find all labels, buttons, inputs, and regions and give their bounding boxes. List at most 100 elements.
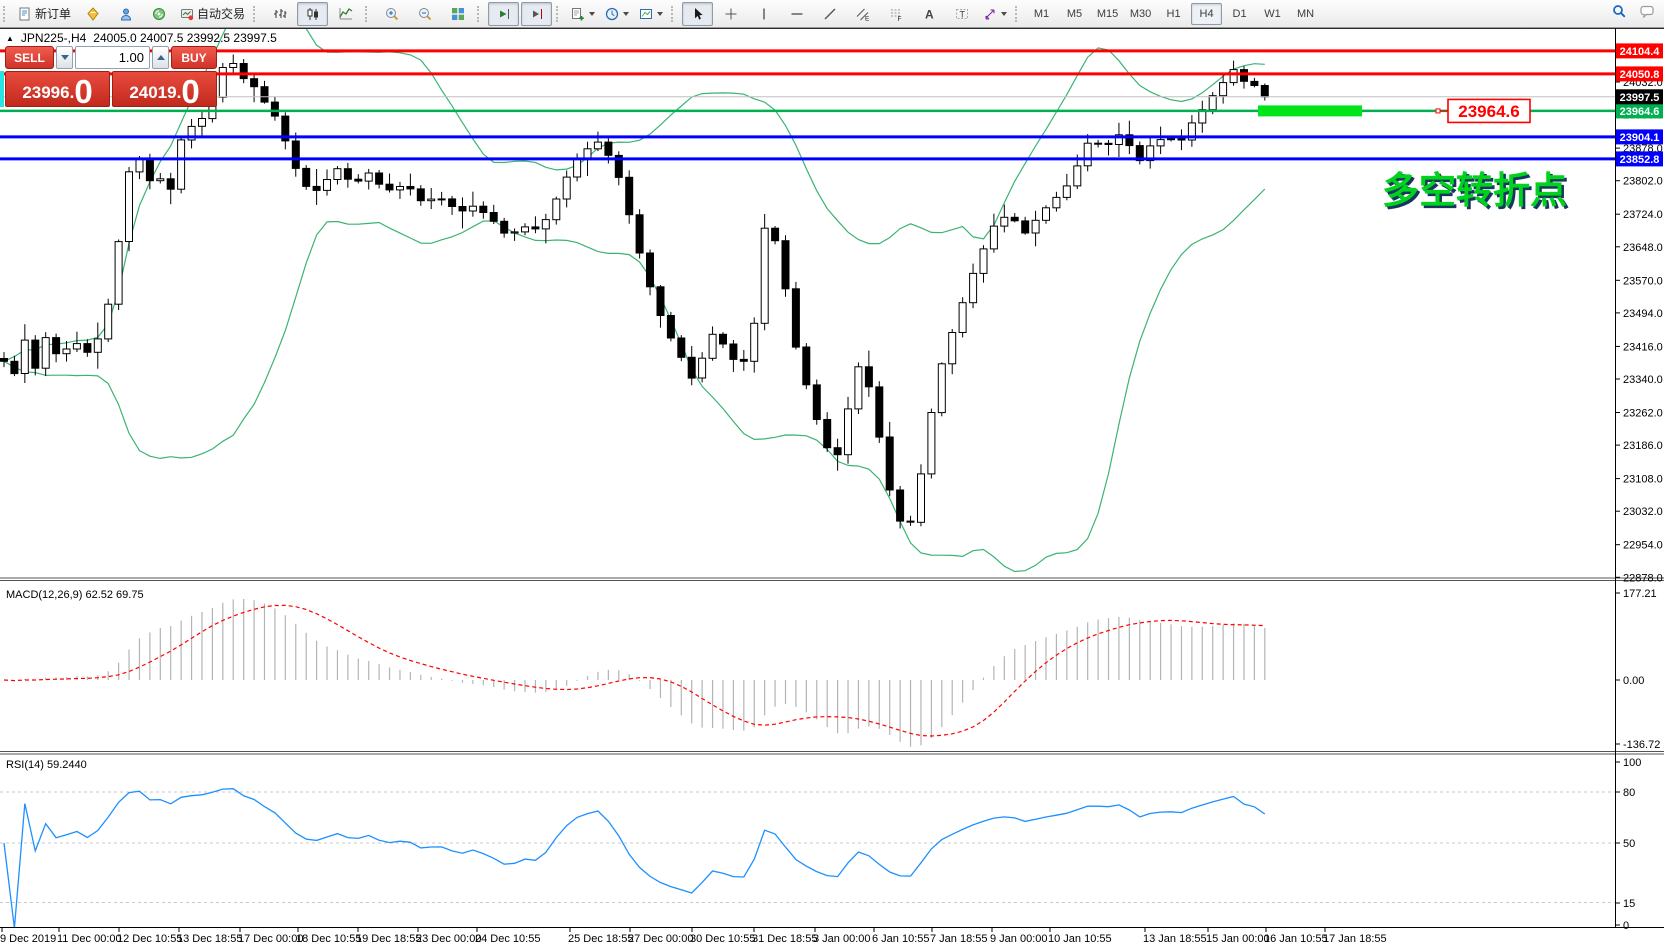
new-order-button[interactable]: 新订单 <box>14 2 75 26</box>
callout-anchor-handle <box>1436 109 1440 113</box>
autotrading-button[interactable]: 自动交易 <box>176 2 249 26</box>
arrows-button[interactable] <box>979 2 1011 26</box>
toolbar-grip <box>671 6 677 22</box>
buy-button[interactable]: BUY <box>171 46 217 69</box>
rsi-axis-label: 15 <box>1623 898 1635 910</box>
price-tick-label: 23570.0 <box>1623 275 1663 287</box>
volume-increase-button[interactable] <box>152 46 169 69</box>
svg-text:23904.1: 23904.1 <box>1620 132 1660 144</box>
time-tick-label: 25 Dec 18:55 <box>568 933 633 945</box>
navigator-icon <box>119 7 133 21</box>
tile-windows-button[interactable] <box>442 2 473 26</box>
new-chart-button[interactable] <box>567 2 599 26</box>
new-order-button-label: 新订单 <box>35 5 71 22</box>
timeframe-mn-button[interactable]: MN <box>1290 3 1321 25</box>
arrows-icon <box>983 7 997 21</box>
signals-button[interactable] <box>143 2 174 26</box>
bid-price-box[interactable]: 23996.0 <box>5 71 110 107</box>
chevron-down-icon <box>657 12 663 16</box>
time-tick-label: 13 Jan 18:55 <box>1143 933 1207 945</box>
timeframe-h1-button[interactable]: H1 <box>1158 3 1189 25</box>
timeframe-d1-button[interactable]: D1 <box>1224 3 1255 25</box>
candlestick-button[interactable] <box>297 2 328 26</box>
fibonacci-button[interactable]: F <box>880 2 911 26</box>
timeframe-m5-button[interactable]: M5 <box>1059 3 1090 25</box>
template-icon <box>639 7 653 21</box>
periods-button[interactable] <box>601 2 633 26</box>
time-tick-label: 31 Dec 18:55 <box>752 933 817 945</box>
timeframe-m30-button[interactable]: M30 <box>1125 3 1156 25</box>
text-button[interactable]: A <box>913 2 944 26</box>
volume-decrease-button[interactable] <box>56 46 73 69</box>
channel-icon: E <box>856 7 870 21</box>
text-icon: A <box>922 7 936 21</box>
search-button[interactable] <box>1612 4 1626 23</box>
timeframe-h4-button[interactable]: H4 <box>1191 3 1222 25</box>
horizontal-line-button[interactable] <box>781 2 812 26</box>
chart-shift-button[interactable] <box>521 2 552 26</box>
zoom-out-button[interactable] <box>409 2 440 26</box>
vertical-line-button[interactable] <box>748 2 779 26</box>
panel-collapse-strip[interactable] <box>0 71 4 107</box>
candlestick-icon <box>306 7 320 21</box>
annotation-text[interactable]: 多空转折点 <box>1382 170 1567 211</box>
symbol-timeframe-label: JPN225-,H4 <box>21 31 86 45</box>
trendline-button[interactable] <box>814 2 845 26</box>
ask-price-box[interactable]: 24019.0 <box>112 71 217 107</box>
sell-button[interactable]: SELL <box>5 46 54 69</box>
auto-scroll-button[interactable] <box>488 2 519 26</box>
zoom-in-button[interactable] <box>376 2 407 26</box>
svg-text:F: F <box>897 15 901 20</box>
fibonacci-icon: F <box>889 7 903 21</box>
svg-text:23964.6: 23964.6 <box>1620 106 1660 118</box>
toolbar: 新订单 自动交易 E F A T M1M5M15M30H1H4D1W1MN <box>0 0 1664 28</box>
macd-axis-label: -136.72 <box>1623 739 1660 751</box>
price-badge-23852.8: 23852.8 <box>1616 151 1663 166</box>
svg-text:A: A <box>925 7 934 21</box>
chevron-down-icon <box>61 55 69 60</box>
templates-button[interactable] <box>635 2 667 26</box>
volume-input[interactable] <box>75 46 150 69</box>
time-tick-label: 19 Dec 18:55 <box>356 933 421 945</box>
crosshair-button[interactable] <box>715 2 746 26</box>
rsi-axis-label: 0 <box>1623 920 1629 932</box>
chart-background <box>0 0 1664 949</box>
cursor-button[interactable] <box>682 2 713 26</box>
timeframe-m15-button[interactable]: M15 <box>1092 3 1123 25</box>
chevron-down-icon <box>623 12 629 16</box>
time-tick-label: 11 Dec 00:00 <box>57 933 122 945</box>
market-watch-button[interactable] <box>77 2 108 26</box>
price-tick-label: 23802.0 <box>1623 176 1663 188</box>
navigator-button[interactable] <box>110 2 141 26</box>
new-chart-icon <box>571 7 585 21</box>
cursor-icon <box>691 7 705 21</box>
price-badge-24050.8: 24050.8 <box>1616 66 1663 81</box>
svg-text:T: T <box>959 9 965 19</box>
price-badge-24104.4: 24104.4 <box>1616 43 1663 58</box>
price-callout[interactable]: 23964.6 <box>1436 99 1530 122</box>
toolbar-grip <box>3 6 9 22</box>
rsi-axis-label: 100 <box>1623 757 1641 769</box>
svg-text:23852.8: 23852.8 <box>1620 154 1660 166</box>
crosshair-icon <box>724 7 738 21</box>
time-tick-label: 17 Dec 00:00 <box>238 933 303 945</box>
price-tick-label: 23648.0 <box>1623 242 1663 254</box>
chat-button[interactable] <box>1640 4 1654 23</box>
bid-price-big-digit: 0 <box>74 78 92 105</box>
macd-label: MACD(12,26,9) 62.52 69.75 <box>6 589 144 601</box>
time-tick-label: 9 Jan 00:00 <box>990 933 1048 945</box>
line-chart-button[interactable] <box>330 2 361 26</box>
timeframe-m1-button[interactable]: M1 <box>1026 3 1057 25</box>
price-badge-23904.1: 23904.1 <box>1616 129 1663 144</box>
search-icon <box>1612 4 1626 18</box>
channel-button[interactable]: E <box>847 2 878 26</box>
chart-canvas[interactable]: 23964.6多空转折点多空转折点24032.023956.023878.023… <box>0 0 1664 949</box>
label-icon: T <box>955 7 969 21</box>
bar-chart-button[interactable] <box>264 2 295 26</box>
price-tick-label: 23186.0 <box>1623 440 1663 452</box>
label-button[interactable]: T <box>946 2 977 26</box>
highlight-bar[interactable] <box>1258 105 1362 116</box>
collapse-icon[interactable]: ▲ <box>6 34 14 43</box>
timeframe-w1-button[interactable]: W1 <box>1257 3 1288 25</box>
line-chart-icon <box>339 7 353 21</box>
